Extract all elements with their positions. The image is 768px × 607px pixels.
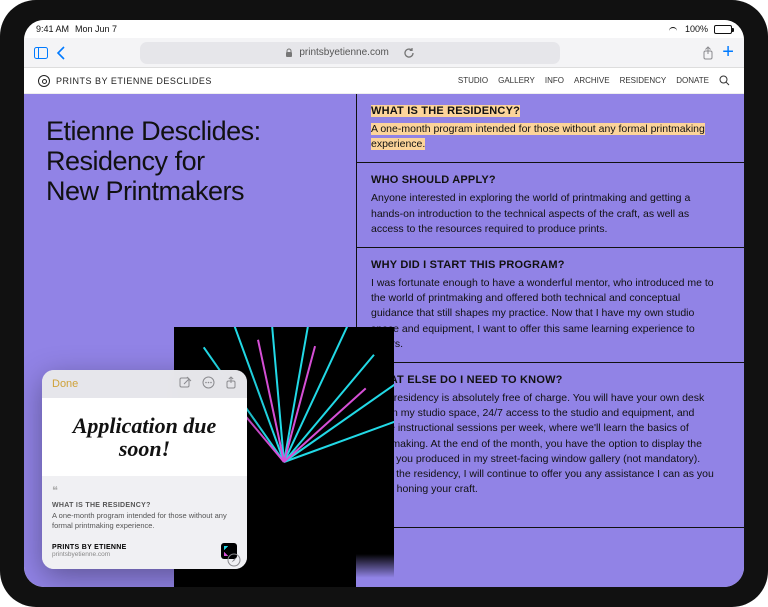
reload-icon[interactable] [403, 47, 415, 59]
battery-percent: 100% [685, 24, 708, 34]
quote-icon: ❝ [52, 484, 237, 499]
share-icon[interactable] [225, 376, 237, 392]
sidebar-button[interactable] [34, 47, 48, 59]
note-body[interactable]: Application due soon! [42, 398, 247, 476]
faq-question: WHY DID I START THIS PROGRAM? [371, 258, 720, 274]
nav-studio[interactable]: STUDIO [458, 76, 488, 85]
new-tab-button[interactable]: + [722, 41, 734, 64]
done-button[interactable]: Done [52, 378, 78, 390]
faq-item: WHAT IS THE RESIDENCY? A one-month progr… [357, 94, 744, 163]
quick-note-window[interactable]: Done Application due soon! [42, 370, 247, 569]
safari-compass-icon [227, 553, 241, 567]
wifi-icon [667, 25, 679, 34]
search-icon[interactable] [719, 75, 730, 86]
note-source[interactable]: PRINTS BY ETIENNE printsbyetienne.com [42, 537, 247, 569]
snippet-body: A one-month program intended for those w… [52, 511, 237, 531]
safari-toolbar: printsbyetienne.com + [24, 38, 744, 68]
faq-answer: I was fortunate enough to have a wonderf… [371, 276, 720, 352]
site-header: PRINTS BY ETIENNE DESCLIDES STUDIO GALLE… [24, 68, 744, 94]
faq-answer[interactable]: A one-month program intended for those w… [371, 123, 705, 150]
faq-question[interactable]: WHAT IS THE RESIDENCY? [371, 105, 520, 117]
source-url: printsbyetienne.com [52, 551, 127, 558]
status-time: 9:41 AM [36, 24, 69, 34]
page-title: Etienne Desclides: Residency for New Pri… [46, 116, 356, 207]
address-url: printsbyetienne.com [299, 47, 389, 58]
back-button[interactable] [56, 46, 65, 60]
nav-gallery[interactable]: GALLERY [498, 76, 535, 85]
nav-donate[interactable]: DONATE [676, 76, 709, 85]
nav-residency[interactable]: RESIDENCY [620, 76, 667, 85]
faq-question: WHO SHOULD APPLY? [371, 173, 720, 189]
screen: 9:41 AM Mon Jun 7 100% printsbyetienne. [24, 20, 744, 587]
brand-logo-icon [38, 75, 50, 87]
handwriting-text: Application due soon! [50, 414, 239, 460]
nav-info[interactable]: INFO [545, 76, 564, 85]
faq-question: WHAT ELSE DO I NEED TO KNOW? [371, 373, 720, 389]
site-brand[interactable]: PRINTS BY ETIENNE DESCLIDES [38, 75, 212, 87]
lock-icon [285, 48, 293, 58]
status-bar: 9:41 AM Mon Jun 7 100% [24, 20, 744, 38]
faq-item: WHO SHOULD APPLY? Anyone interested in e… [357, 163, 744, 248]
right-column: WHAT IS THE RESIDENCY? A one-month progr… [356, 94, 744, 587]
page-content: Etienne Desclides: Residency for New Pri… [24, 94, 744, 587]
faq-answer: Anyone interested in exploring the world… [371, 191, 720, 237]
ipad-device-frame: 9:41 AM Mon Jun 7 100% printsbyetienne. [0, 0, 768, 607]
quick-note-toolbar: Done [42, 370, 247, 398]
compose-icon[interactable] [179, 376, 192, 392]
ellipsis-icon[interactable] [202, 376, 215, 392]
snippet-heading: WHAT IS THE RESIDENCY? [52, 501, 237, 510]
battery-icon [714, 25, 732, 34]
nav-archive[interactable]: ARCHIVE [574, 76, 610, 85]
site-nav: STUDIO GALLERY INFO ARCHIVE RESIDENCY DO… [458, 75, 730, 86]
share-button[interactable] [702, 46, 714, 60]
faq-item: WHAT ELSE DO I NEED TO KNOW? This reside… [357, 363, 744, 528]
faq-item: WHY DID I START THIS PROGRAM? I was fort… [357, 248, 744, 363]
brand-name: PRINTS BY ETIENNE DESCLIDES [56, 76, 212, 86]
source-title: PRINTS BY ETIENNE [52, 544, 127, 551]
status-date: Mon Jun 7 [75, 24, 117, 34]
faq-answer: This residency is absolutely free of cha… [371, 391, 720, 498]
address-bar[interactable]: printsbyetienne.com [140, 42, 560, 64]
note-snippet[interactable]: ❝ WHAT IS THE RESIDENCY? A one-month pro… [42, 476, 247, 537]
